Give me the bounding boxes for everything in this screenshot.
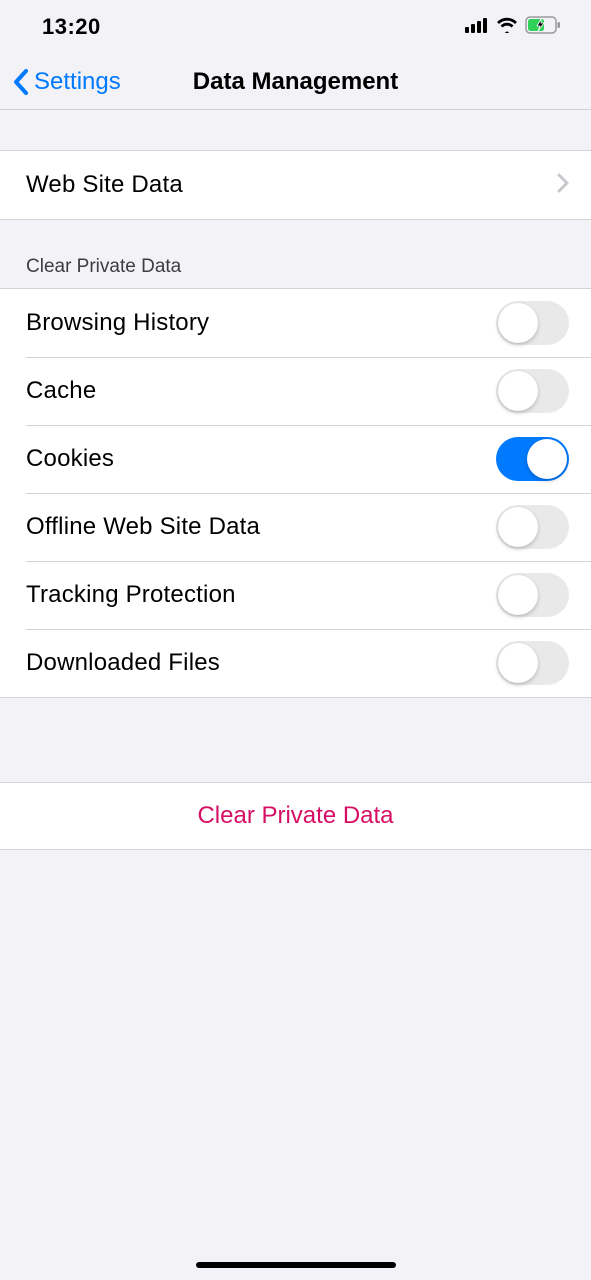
row-label: Browsing History: [26, 309, 209, 337]
action-label: Clear Private Data: [197, 802, 393, 830]
nav-bar: Settings Data Management: [0, 54, 591, 110]
toggle-row: Downloaded Files: [0, 629, 591, 697]
website-data-list: Web Site Data: [0, 150, 591, 220]
battery-icon: [525, 16, 561, 39]
back-label: Settings: [34, 68, 121, 96]
toggle-knob: [498, 303, 538, 343]
toggle-switch[interactable]: [496, 641, 569, 685]
row-label: Cookies: [26, 445, 114, 473]
clear-private-data-button[interactable]: Clear Private Data: [0, 782, 591, 850]
row-label: Offline Web Site Data: [26, 513, 260, 541]
cellular-icon: [465, 17, 489, 38]
website-data-row[interactable]: Web Site Data: [0, 151, 591, 219]
page-title: Data Management: [193, 68, 398, 96]
status-bar: 13:20: [0, 0, 591, 54]
toggle-row: Cache: [0, 357, 591, 425]
status-icons: [465, 16, 561, 39]
toggle-switch[interactable]: [496, 505, 569, 549]
toggle-switch[interactable]: [496, 573, 569, 617]
chevron-right-icon: [557, 173, 569, 198]
toggle-knob: [527, 439, 567, 479]
toggle-knob: [498, 371, 538, 411]
back-button[interactable]: Settings: [12, 68, 121, 96]
row-label: Cache: [26, 377, 96, 405]
chevron-left-icon: [12, 68, 30, 96]
toggle-switch[interactable]: [496, 301, 569, 345]
toggle-switch[interactable]: [496, 437, 569, 481]
clear-section-list: Browsing History Cache Cookies Offline Web …: [0, 288, 591, 698]
wifi-icon: [496, 17, 518, 38]
toggle-row: Tracking Protection: [0, 561, 591, 629]
row-label: Web Site Data: [26, 171, 183, 199]
home-indicator: [196, 1262, 396, 1268]
toggle-row: Offline Web Site Data: [0, 493, 591, 561]
toggle-row: Cookies: [0, 425, 591, 493]
toggle-knob: [498, 575, 538, 615]
row-label: Tracking Protection: [26, 581, 236, 609]
toggle-knob: [498, 643, 538, 683]
toggle-row: Browsing History: [0, 289, 591, 357]
row-label: Downloaded Files: [26, 649, 220, 677]
toggle-switch[interactable]: [496, 369, 569, 413]
toggle-knob: [498, 507, 538, 547]
clear-section-header: Clear Private Data: [0, 220, 591, 288]
status-time: 13:20: [42, 14, 101, 40]
